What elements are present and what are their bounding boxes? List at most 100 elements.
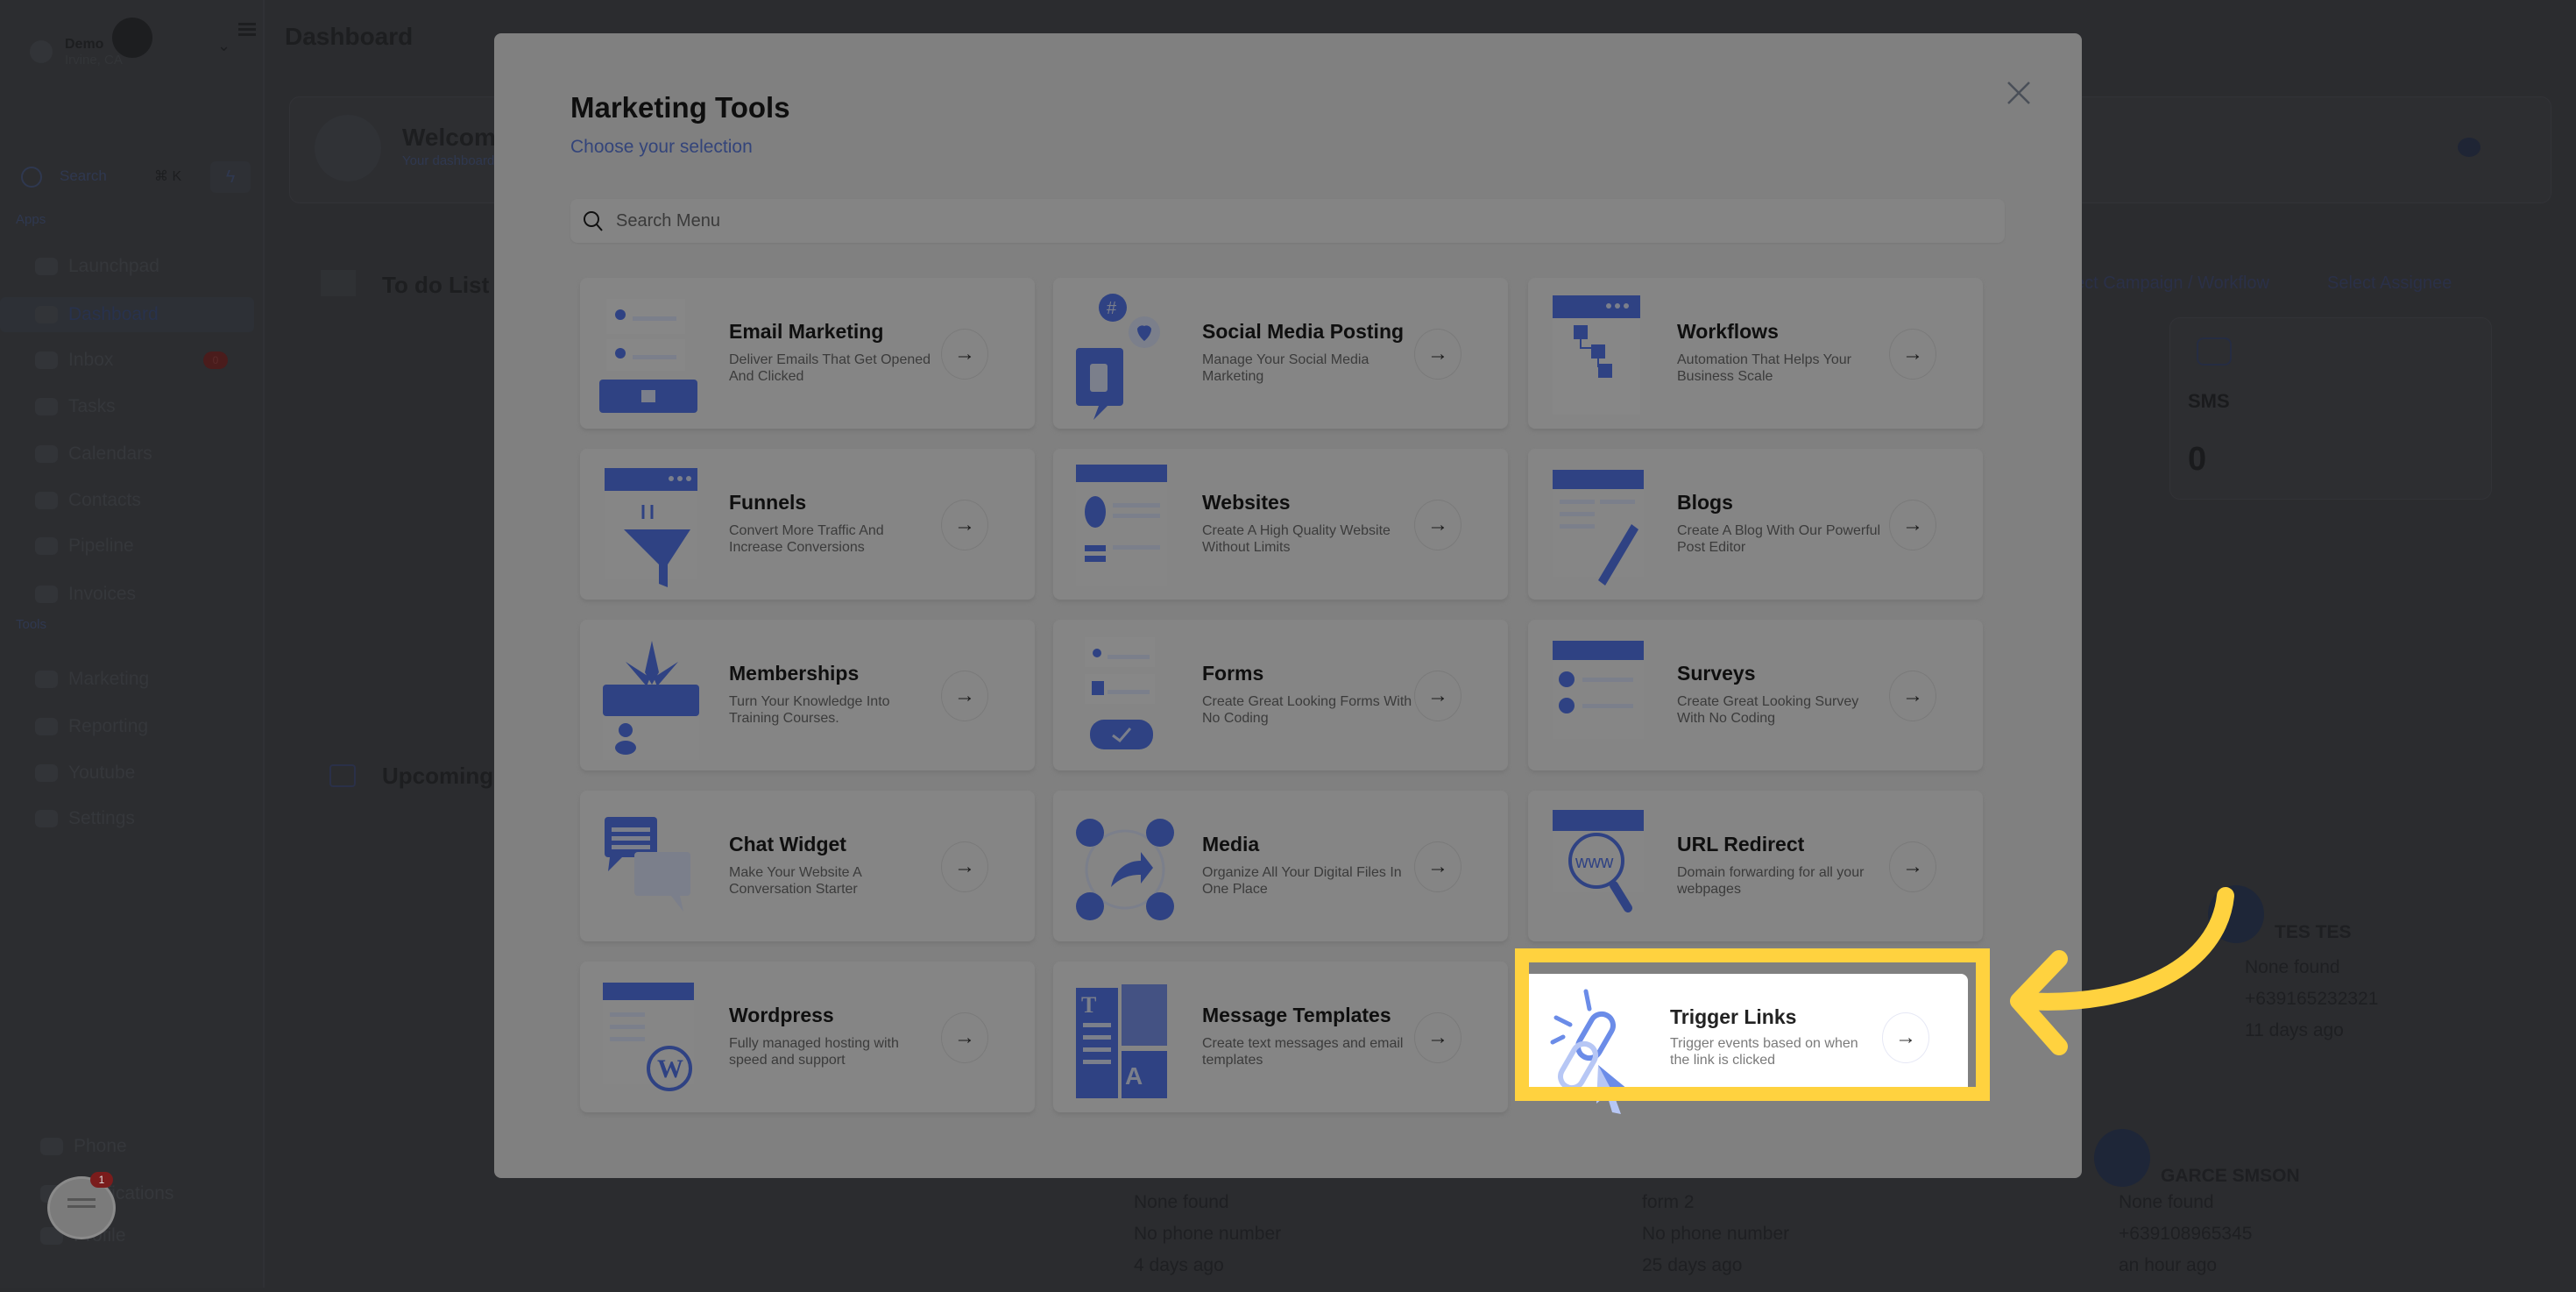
modal-subtitle: Choose your selection — [570, 137, 753, 157]
contact-phone: No phone number — [1134, 1224, 1282, 1244]
open-tool-button[interactable]: → — [941, 329, 988, 380]
assignee-select[interactable]: Select Assignee — [2327, 273, 2452, 294]
tool-card-description: Make Your Website A Conversation Starter — [729, 865, 861, 897]
calendar-icon — [35, 445, 58, 463]
sidebar-item-settings[interactable]: Settings — [0, 801, 254, 836]
sidebar-item-reporting[interactable]: Reporting — [0, 709, 254, 744]
chat-widget-button[interactable]: 1 — [47, 1172, 116, 1239]
www-magnifier-icon: www — [1553, 810, 1644, 912]
open-tool-button[interactable]: → — [1889, 329, 1936, 380]
sidebar-item-label: Invoices — [68, 584, 137, 604]
inbox-badge: 0 — [203, 351, 228, 369]
open-tool-button[interactable]: → — [1414, 500, 1461, 550]
tool-card-description: Organize All Your Digital Files In One P… — [1202, 865, 1402, 897]
tool-card-message-templates[interactable]: TA Message Templates Create text message… — [1053, 962, 1508, 1112]
sidebar-item-marketing[interactable]: Marketing — [0, 662, 254, 697]
tool-card-websites[interactable]: Websites Create A High Quality Website W… — [1053, 449, 1508, 600]
svg-text:A: A — [1125, 1062, 1143, 1090]
sidebar-item-tasks[interactable]: Tasks — [0, 389, 254, 424]
arrow-right-icon: → — [954, 855, 975, 878]
arrow-right-icon: → — [1902, 855, 1923, 878]
contact-source: None found — [2245, 957, 2340, 977]
sidebar-item-label: Phone — [74, 1136, 127, 1156]
sidebar-item-youtube[interactable]: Youtube — [0, 756, 254, 791]
sidebar-item-label: Reporting — [68, 716, 149, 736]
close-icon — [2007, 82, 2030, 104]
sidebar-item-label: Marketing — [68, 669, 150, 689]
search-menu-input[interactable]: Search Menu — [570, 199, 2005, 243]
open-tool-button[interactable]: → — [941, 1012, 988, 1063]
workflow-icon — [1553, 295, 1640, 415]
contact-card[interactable]: None found No phone number 4 days ago — [1134, 1192, 1397, 1288]
chat-badge: 1 — [90, 1172, 113, 1188]
palette-icon[interactable] — [2458, 138, 2480, 157]
search-placeholder: Search Menu — [616, 211, 720, 231]
tool-card-blogs[interactable]: Blogs Create A Blog With Our Powerful Po… — [1528, 449, 1983, 600]
close-button[interactable] — [2003, 77, 2035, 109]
open-tool-button[interactable]: → — [1889, 671, 1936, 721]
tool-card-media[interactable]: Media Organize All Your Digital Files In… — [1053, 791, 1508, 941]
campaign-workflow-select[interactable]: Select Campaign / Workflow — [2050, 273, 2269, 294]
rocket-icon — [35, 258, 58, 275]
open-tool-button[interactable]: → — [1414, 671, 1461, 721]
menu-toggle-icon[interactable] — [238, 23, 256, 25]
sidebar-item-calendars[interactable]: Calendars — [0, 437, 254, 472]
tool-card-social-media-posting[interactable]: # Social Media Posting Manage Your Socia… — [1053, 278, 1508, 429]
sidebar-search[interactable] — [11, 58, 199, 75]
tool-card-funnels[interactable]: Funnels Convert More Traffic And Increas… — [580, 449, 1035, 600]
tool-card-title: Forms — [1202, 662, 1264, 685]
tool-card-email-marketing[interactable]: Email Marketing Deliver Emails That Get … — [580, 278, 1035, 429]
tool-card-url-redirect[interactable]: www URL Redirect Domain forwarding for a… — [1528, 791, 1983, 941]
sidebar-item-profile[interactable]: Profile — [0, 1222, 254, 1257]
tool-card-workflows[interactable]: Workflows Automation That Helps Your Bus… — [1528, 278, 1983, 429]
open-tool-button[interactable]: → — [1414, 1012, 1461, 1063]
contact-card[interactable]: GARCE SMSON None found +639108965345 an … — [2094, 1125, 2357, 1292]
tool-card-forms[interactable]: Forms Create Great Looking Forms With No… — [1053, 620, 1508, 770]
contact-card[interactable]: form 2 No phone number 25 days ago — [1642, 1192, 1905, 1288]
funnel-icon — [605, 468, 697, 587]
arrow-right-icon: → — [954, 684, 975, 707]
tool-card-surveys[interactable]: Surveys Create Great Looking Survey With… — [1528, 620, 1983, 770]
sidebar-item-phone[interactable]: Phone — [0, 1132, 254, 1168]
open-tool-button[interactable]: → — [941, 841, 988, 892]
tool-card-wordpress[interactable]: W Wordpress Fully managed hosting with s… — [580, 962, 1035, 1112]
open-tool-button[interactable]: → — [1414, 841, 1461, 892]
open-tool-button[interactable]: → — [1889, 500, 1936, 550]
tool-card-chat-widget[interactable]: Chat Widget Make Your Website A Conversa… — [580, 791, 1035, 941]
arrow-right-icon: → — [954, 342, 975, 366]
sidebar-item-contacts[interactable]: Contacts — [0, 483, 254, 518]
sidebar-item-inbox[interactable]: Inbox 0 — [0, 343, 254, 378]
tool-card-title: Email Marketing — [729, 320, 884, 343]
chat-widget-icon — [605, 817, 690, 912]
contact-name: GARCE SMSON — [2161, 1166, 2300, 1186]
arrow-right-icon: → — [954, 513, 975, 536]
calendar-icon — [329, 764, 356, 787]
tool-card-description: Manage Your Social Media Marketing — [1202, 352, 1369, 384]
sidebar-item-notifications[interactable]: Notifications — [0, 1180, 254, 1215]
website-icon — [1076, 465, 1167, 586]
tool-card-description: Create Great Looking Forms With No Codin… — [1202, 694, 1412, 726]
invoice-icon — [35, 586, 58, 603]
sms-stat-card: SMS 0 — [2169, 317, 2492, 500]
sidebar-item-pipeline[interactable]: Pipeline — [0, 529, 254, 564]
sidebar-item-label: Youtube — [68, 763, 136, 783]
open-tool-button[interactable]: → — [941, 671, 988, 721]
contacts-icon — [35, 492, 58, 509]
open-tool-button[interactable]: → — [1414, 329, 1461, 380]
sidebar-item-launchpad[interactable]: Launchpad — [0, 249, 254, 284]
tool-card-title: Surveys — [1677, 662, 1756, 685]
email-icon — [599, 299, 697, 413]
upcoming-title: Upcoming — [382, 763, 494, 789]
form-icon — [1085, 637, 1155, 749]
sms-value: 0 — [2188, 441, 2207, 478]
sidebar-item-dashboard[interactable]: Dashboard — [0, 297, 254, 332]
tool-card-memberships[interactable]: Memberships Turn Your Knowledge Into Tra… — [580, 620, 1035, 770]
svg-text:T: T — [1081, 992, 1096, 1018]
svg-text:www: www — [1575, 853, 1614, 872]
lightning-button[interactable]: ϟ — [210, 161, 251, 193]
open-tool-button[interactable]: → — [941, 500, 988, 550]
sidebar-item-invoices[interactable]: Invoices — [0, 577, 254, 612]
tool-card-title: URL Redirect — [1677, 833, 1805, 855]
sidebar-search-label[interactable]: Search — [60, 167, 107, 185]
open-tool-button[interactable]: → — [1889, 841, 1936, 892]
